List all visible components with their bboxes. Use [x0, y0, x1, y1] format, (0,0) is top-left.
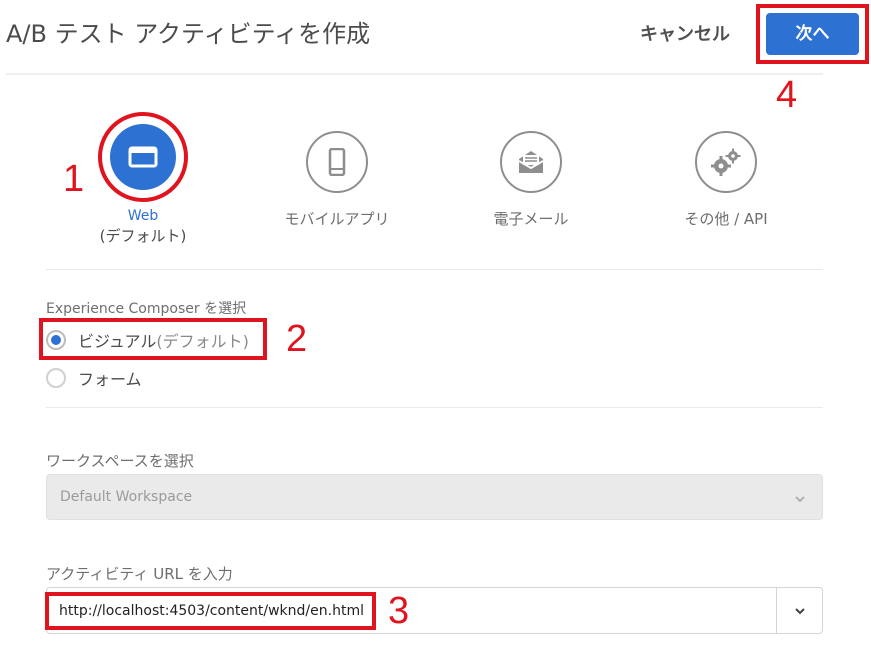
gears-icon	[695, 131, 757, 193]
channel-mobile-app[interactable]: モバイルアプリ	[252, 131, 422, 229]
composer-option-form[interactable]: フォーム	[46, 366, 142, 390]
radio-form[interactable]	[46, 368, 66, 388]
callout-number-3: 3	[388, 590, 410, 632]
channel-web-label: Web	[127, 208, 159, 224]
workspace-section-label: ワークスペースを選択	[46, 452, 194, 470]
cancel-button[interactable]: キャンセル	[640, 20, 730, 46]
mobile-phone-icon	[306, 131, 368, 193]
callout-number-2: 2	[286, 318, 308, 360]
header-divider	[6, 73, 823, 75]
url-dropdown-button[interactable]	[776, 588, 823, 633]
section-divider	[46, 269, 823, 270]
composer-option-form-label: フォーム	[78, 370, 142, 389]
callout-box-4: 次へ	[756, 4, 869, 64]
composer-option-visual-label: ビジュアル	[78, 332, 157, 351]
channel-web-sublabel: (デフォルト)	[99, 227, 187, 245]
callout-number-4: 4	[776, 74, 798, 116]
next-button[interactable]: 次へ	[766, 13, 859, 55]
dialog-title: A/B テスト アクティビティを作成	[6, 20, 371, 48]
callout-box-3	[45, 592, 376, 630]
composer-option-visual-suffix: (デフォルト)	[156, 332, 249, 351]
channel-web[interactable]: Web (デフォルト)	[58, 112, 228, 246]
browser-window-icon	[110, 124, 176, 190]
channel-email[interactable]: 電子メール	[446, 131, 616, 229]
channel-other-api-label: その他 / API	[684, 210, 768, 228]
chevron-down-icon	[794, 490, 806, 509]
composer-option-visual[interactable]: ビジュアル (デフォルト)	[46, 328, 249, 352]
envelope-icon	[500, 131, 562, 193]
radio-visual[interactable]	[46, 330, 66, 350]
composer-section-label: Experience Composer を選択	[46, 301, 247, 317]
workspace-select-value: Default Workspace	[60, 489, 193, 505]
workspace-select: Default Workspace	[46, 474, 823, 520]
section-divider	[46, 407, 823, 408]
channel-email-label: 電子メール	[493, 210, 569, 228]
channel-mobile-app-label: モバイルアプリ	[284, 210, 390, 228]
dialog-header: A/B テスト アクティビティを作成 キャンセル 次へ	[0, 0, 871, 75]
chevron-down-icon	[795, 607, 805, 614]
channel-other-api[interactable]: その他 / API	[641, 131, 811, 229]
activity-url-label: アクティビティ URL を入力	[46, 565, 233, 583]
callout-circle-1	[98, 112, 188, 202]
